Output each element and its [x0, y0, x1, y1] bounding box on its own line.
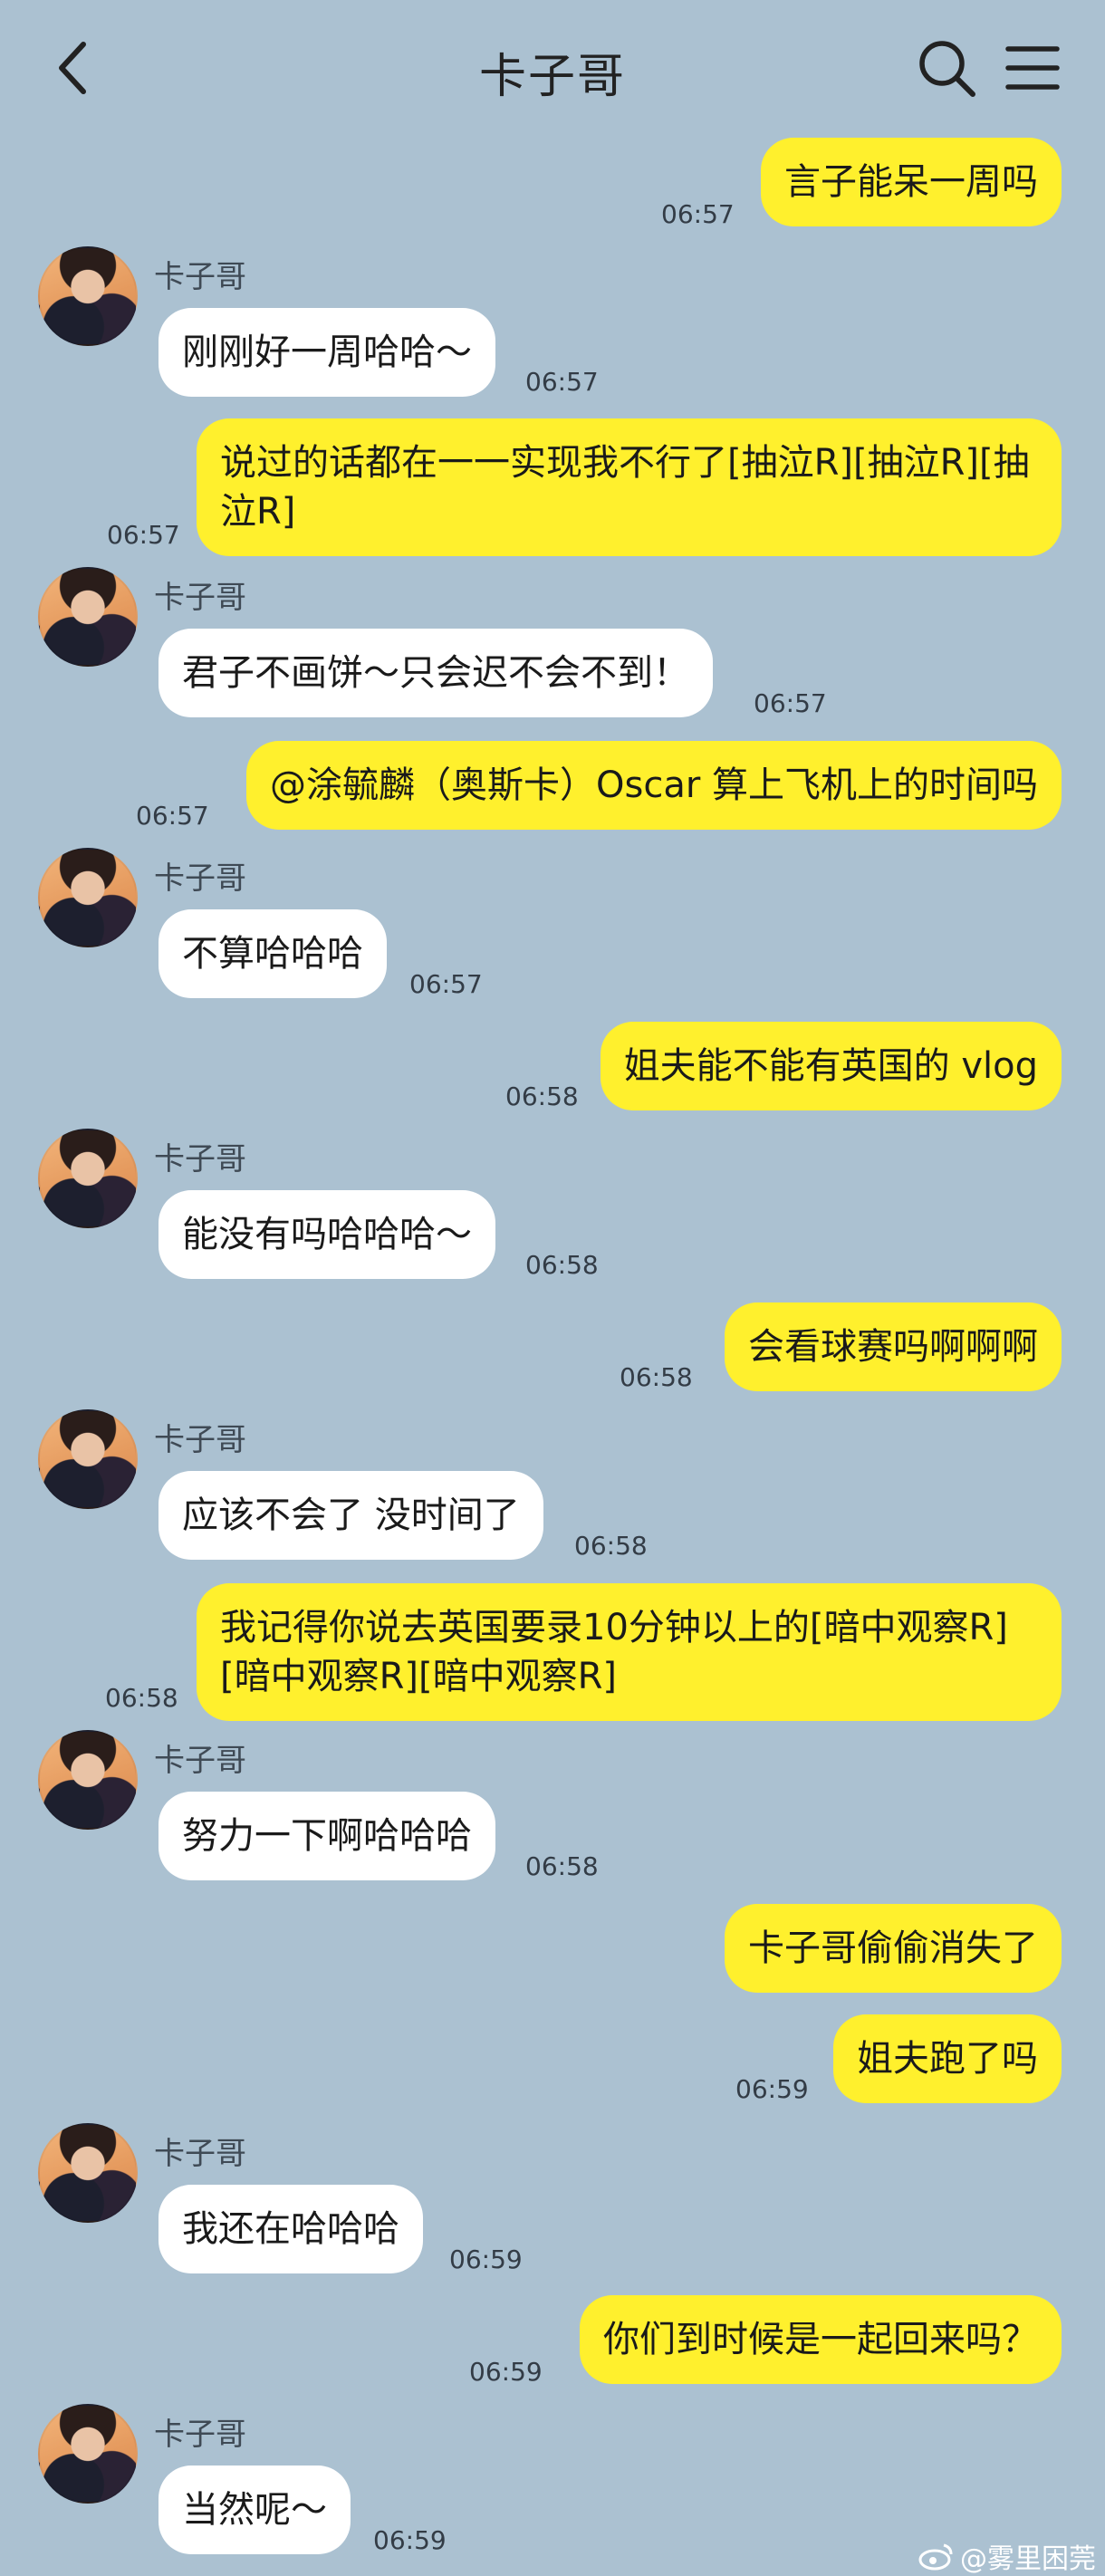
menu-button[interactable]: [1001, 36, 1064, 100]
message-time: 06:58: [105, 1683, 178, 1713]
watermark: @雾里困莞: [918, 2536, 1096, 2576]
message-time: 06:59: [449, 2244, 523, 2274]
message-time: 06:59: [373, 2525, 447, 2555]
outgoing-message-bubble[interactable]: 会看球赛吗啊啊啊: [725, 1302, 1062, 1391]
search-button[interactable]: [915, 36, 978, 100]
contact-avatar[interactable]: [38, 2404, 138, 2504]
message-time: 06:58: [525, 1250, 599, 1280]
outgoing-message-bubble[interactable]: 卡子哥偷偷消失了: [725, 1904, 1062, 1993]
outgoing-message-bubble[interactable]: 你们到时候是一起回来吗？: [580, 2295, 1062, 2384]
message-time: 06:58: [574, 1531, 648, 1561]
incoming-message-bubble[interactable]: 应该不会了 没时间了: [159, 1471, 543, 1560]
weibo-icon: [918, 2543, 953, 2571]
message-time: 06:58: [620, 1362, 693, 1392]
message-time: 06:57: [136, 801, 209, 831]
sender-name: 卡子哥: [154, 1141, 246, 1177]
incoming-message-bubble[interactable]: 努力一下啊哈哈哈: [159, 1792, 495, 1880]
outgoing-message-bubble[interactable]: 姐夫跑了吗: [833, 2014, 1062, 2103]
incoming-message-bubble[interactable]: 能没有吗哈哈哈～: [159, 1190, 495, 1279]
message-time: 06:57: [525, 367, 599, 397]
message-time: 06:58: [525, 1851, 599, 1881]
incoming-message-bubble[interactable]: 我还在哈哈哈: [159, 2185, 423, 2273]
message-time: 06:57: [661, 199, 735, 229]
outgoing-message-bubble[interactable]: 说过的话都在一一实现我不行了[抽泣R][抽泣R][抽泣R]: [197, 418, 1062, 556]
sender-name: 卡子哥: [154, 580, 246, 616]
sender-name: 卡子哥: [154, 2136, 246, 2172]
contact-avatar[interactable]: [38, 1730, 138, 1830]
sender-name: 卡子哥: [154, 259, 246, 295]
incoming-message-bubble[interactable]: 不算哈哈哈: [159, 909, 387, 998]
outgoing-message-bubble[interactable]: @涂毓麟（奥斯卡）Oscar 算上飞机上的时间吗: [246, 741, 1062, 830]
contact-avatar[interactable]: [38, 246, 138, 346]
incoming-message-bubble[interactable]: 刚刚好一周哈哈～: [159, 308, 495, 397]
sender-name: 卡子哥: [154, 1422, 246, 1458]
incoming-message-bubble[interactable]: 当然呢～: [159, 2465, 351, 2554]
chat-header: 卡子哥: [0, 0, 1105, 136]
contact-avatar[interactable]: [38, 2123, 138, 2223]
message-time: 06:57: [107, 520, 180, 550]
message-time: 06:59: [469, 2357, 543, 2387]
menu-icon: [1005, 46, 1060, 90]
outgoing-message-bubble[interactable]: 我记得你说去英国要录10分钟以上的[暗中观察R][暗中观察R][暗中观察R]: [197, 1583, 1062, 1721]
message-time: 06:59: [735, 2074, 809, 2104]
outgoing-message-bubble[interactable]: 言子能呆一周吗: [761, 138, 1062, 226]
watermark-text: @雾里困莞: [960, 2543, 1096, 2575]
sender-name: 卡子哥: [154, 2417, 246, 2453]
message-time: 06:58: [505, 1081, 579, 1111]
contact-avatar[interactable]: [38, 1409, 138, 1509]
message-time: 06:57: [409, 969, 483, 999]
contact-avatar[interactable]: [38, 567, 138, 667]
search-icon: [919, 41, 975, 97]
sender-name: 卡子哥: [154, 1743, 246, 1779]
message-time: 06:57: [754, 688, 827, 718]
sender-name: 卡子哥: [154, 860, 246, 897]
contact-avatar[interactable]: [38, 848, 138, 947]
outgoing-message-bubble[interactable]: 姐夫能不能有英国的 vlog: [600, 1022, 1062, 1110]
contact-avatar[interactable]: [38, 1129, 138, 1228]
incoming-message-bubble[interactable]: 君子不画饼～只会迟不会不到！: [159, 629, 713, 717]
